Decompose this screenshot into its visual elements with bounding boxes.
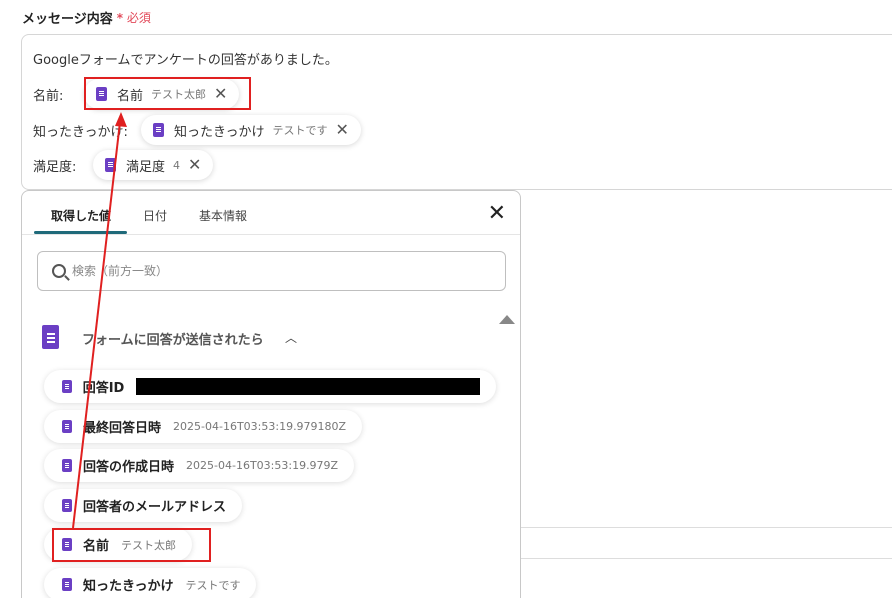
tab-date[interactable]: 日付 <box>143 207 167 224</box>
list-item-last-response-date[interactable]: 最終回答日時 2025-04-16T03:53:19.979180Z <box>44 410 363 443</box>
chip-value: テストです <box>272 124 328 137</box>
form-icon <box>42 325 59 349</box>
form-icon <box>62 420 72 433</box>
message-content-label: メッセージ内容 * 必須 <box>22 8 151 27</box>
tab-basic-info[interactable]: 基本情報 <box>199 207 247 224</box>
item-name: 回答の作成日時 <box>83 460 175 475</box>
search-input[interactable] <box>72 264 472 278</box>
chevron-up-icon[interactable]: ︿ <box>285 329 297 346</box>
scrollbar[interactable] <box>493 329 519 598</box>
highlight-box-list-item <box>52 528 211 562</box>
form-icon <box>62 499 72 512</box>
redacted-value <box>136 378 480 395</box>
item-value: テストです <box>185 578 241 592</box>
list-item-know[interactable]: 知ったきっかけ テストです <box>44 568 257 598</box>
chip-name: 満足度 <box>126 159 166 175</box>
list-item-response-id[interactable]: 回答ID <box>44 370 496 403</box>
variable-chip-satisfaction[interactable]: 満足度 4 ✕ <box>93 150 214 180</box>
form-icon <box>62 459 72 472</box>
section-title: メッセージ内容 <box>22 12 113 27</box>
divider <box>521 558 892 559</box>
item-value: 2025-04-16T03:53:19.979180Z <box>173 420 347 433</box>
item-name: 知ったきっかけ <box>83 579 174 594</box>
tab-divider <box>22 234 520 235</box>
scroll-up-icon[interactable] <box>499 315 515 324</box>
close-icon[interactable]: ✕ <box>488 203 506 225</box>
item-name: 回答者のメールアドレス <box>83 500 227 515</box>
group-title[interactable]: フォームに回答が送信されたら <box>82 329 264 348</box>
form-icon <box>105 158 116 172</box>
close-icon[interactable]: ✕ <box>335 122 348 138</box>
know-field-label: 知ったきっかけ: <box>33 125 128 140</box>
name-field-label: 名前: <box>33 89 64 104</box>
chip-name: 知ったきっかけ <box>174 124 265 140</box>
close-icon[interactable]: ✕ <box>188 157 201 173</box>
item-name: 回答ID <box>82 381 125 396</box>
highlight-box-chip <box>84 77 251 110</box>
list-item-created-date[interactable]: 回答の作成日時 2025-04-16T03:53:19.979Z <box>44 449 355 482</box>
form-icon <box>153 123 164 137</box>
item-name: 最終回答日時 <box>83 421 162 436</box>
divider <box>521 527 892 528</box>
list-item-respondent-email[interactable]: 回答者のメールアドレス <box>44 489 243 522</box>
required-text: 必須 <box>126 11 151 25</box>
chip-value: 4 <box>173 158 181 172</box>
search-icon <box>52 264 66 278</box>
item-value: 2025-04-16T03:53:19.979Z <box>186 459 339 472</box>
form-icon <box>62 380 72 393</box>
search-box[interactable] <box>37 251 506 291</box>
form-icon <box>62 578 72 591</box>
required-asterisk: * <box>116 11 124 25</box>
tab-acquired-values[interactable]: 取得した値 <box>51 207 111 224</box>
variable-chip-know[interactable]: 知ったきっかけ テストです ✕ <box>141 115 361 145</box>
required-badge: * 必須 <box>117 9 151 26</box>
message-line-1: Googleフォームでアンケートの回答がありました。 <box>33 53 338 68</box>
satisfaction-field-label: 満足度: <box>33 160 77 175</box>
